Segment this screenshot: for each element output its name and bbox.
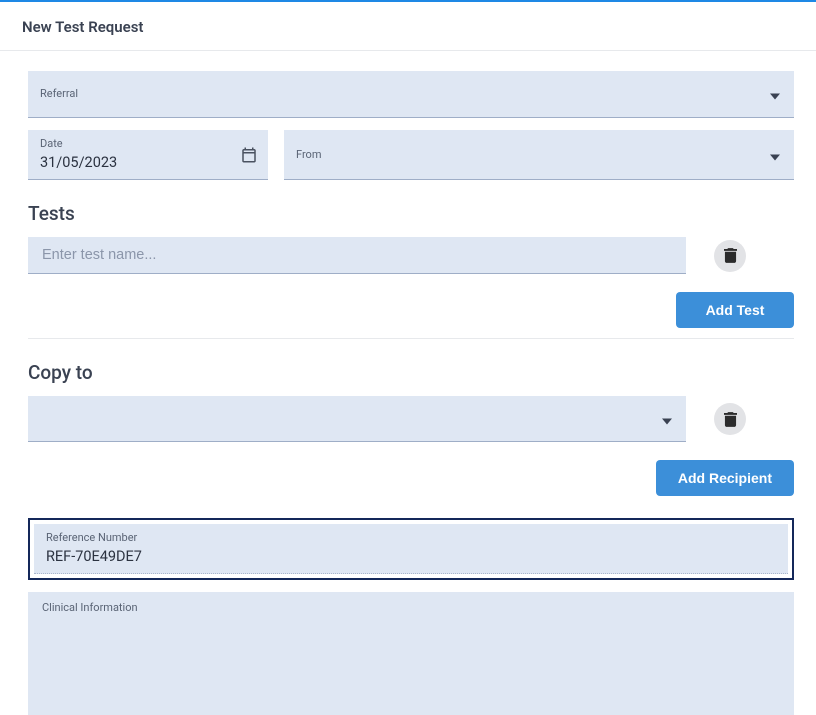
clinical-information-field[interactable]: Clinical Information: [28, 592, 794, 715]
delete-recipient-button[interactable]: [714, 403, 746, 435]
date-field[interactable]: Date 31/05/2023: [28, 130, 268, 180]
panel-header: New Test Request: [0, 2, 816, 51]
chevron-down-icon: [770, 85, 780, 104]
referral-select[interactable]: Referral: [28, 71, 794, 118]
from-label: From: [296, 138, 752, 172]
clinical-label: Clinical Information: [42, 601, 780, 615]
reference-label: Reference Number: [46, 531, 776, 545]
add-recipient-button[interactable]: Add Recipient: [656, 460, 794, 496]
add-test-row: Add Test: [28, 292, 794, 328]
add-test-button[interactable]: Add Test: [676, 292, 794, 328]
trash-icon: [724, 412, 737, 427]
reference-field[interactable]: Reference Number REF-70E49DE7: [34, 524, 788, 574]
chevron-down-icon: [662, 409, 672, 428]
test-row: [28, 237, 794, 274]
add-recipient-row: Add Recipient: [28, 460, 794, 496]
date-from-row: Date 31/05/2023 From: [28, 130, 794, 180]
date-label: Date: [40, 137, 228, 151]
date-value: 31/05/2023: [40, 153, 228, 173]
page-title: New Test Request: [22, 18, 794, 36]
form-body: Referral Date 31/05/2023 From Tests: [0, 51, 816, 715]
trash-icon: [724, 248, 737, 263]
tests-divider: [28, 338, 794, 339]
reference-value: REF-70E49DE7: [46, 547, 776, 567]
calendar-icon: [240, 146, 258, 164]
referral-label: Referral: [40, 77, 752, 111]
reference-highlight: Reference Number REF-70E49DE7: [28, 518, 794, 580]
form-scroll[interactable]: New Test Request Referral Date 31/05/202…: [0, 2, 816, 715]
tests-heading: Tests: [28, 202, 794, 225]
copy-to-select[interactable]: [28, 396, 686, 442]
delete-test-button[interactable]: [714, 240, 746, 272]
test-name-input[interactable]: [28, 237, 686, 274]
copy-to-heading: Copy to: [28, 361, 794, 384]
copy-to-row: [28, 396, 794, 442]
from-select[interactable]: From: [284, 130, 794, 180]
chevron-down-icon: [770, 145, 780, 164]
